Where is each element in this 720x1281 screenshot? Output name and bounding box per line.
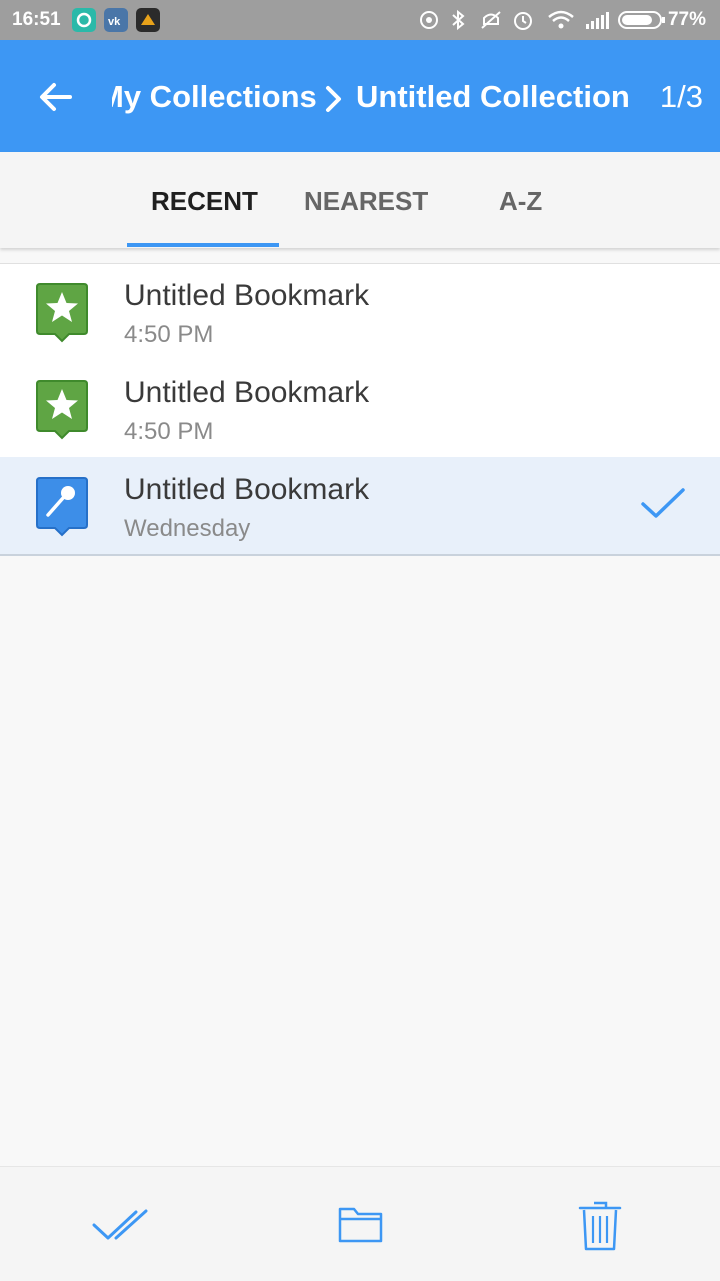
- trash-icon: [578, 1201, 622, 1251]
- bookmark-time: 4:50 PM: [124, 321, 214, 348]
- back-arrow-icon: [40, 83, 72, 111]
- bookmark-list: Untitled Bookmark 4:50 PM Untitled Bookm…: [0, 263, 720, 556]
- list-item-selected[interactable]: Untitled Bookmark Wednesday: [0, 457, 720, 556]
- wifi-icon: [548, 10, 574, 29]
- media-app-icon: [136, 8, 160, 32]
- tab-bar: RECENT NEAREST A-Z: [0, 152, 720, 248]
- bookmark-title: Untitled Bookmark: [124, 279, 370, 312]
- double-check-icon: [92, 1209, 148, 1240]
- breadcrumb-current: Untitled Collection: [356, 79, 630, 114]
- delete-button[interactable]: [570, 1197, 630, 1253]
- battery-percent: 77%: [667, 9, 706, 30]
- bottom-toolbar: [0, 1166, 720, 1281]
- bluetooth-icon: [452, 9, 465, 31]
- move-to-folder-button[interactable]: [332, 1197, 392, 1253]
- bookmark-title: Untitled Bookmark: [124, 376, 370, 409]
- vk-icon: vk: [104, 8, 128, 32]
- microphone-pin-icon: [36, 477, 88, 537]
- breadcrumb-parent[interactable]: My Collections: [112, 79, 317, 115]
- app-notification-icon: [72, 8, 96, 32]
- alarm-icon: [514, 12, 532, 30]
- status-time: 16:51: [12, 9, 61, 30]
- hotspot-icon: [420, 11, 438, 29]
- tab-a-z[interactable]: A-Z: [499, 186, 542, 217]
- list-item[interactable]: Untitled Bookmark 4:50 PM: [0, 360, 720, 457]
- mute-icon: [481, 11, 501, 29]
- battery-icon: [618, 11, 665, 29]
- folder-icon: [338, 1207, 383, 1243]
- tab-nearest[interactable]: NEAREST: [304, 186, 428, 217]
- bookmark-title: Untitled Bookmark: [124, 473, 370, 506]
- breadcrumb: My Collections Untitled Collection: [112, 76, 632, 120]
- status-bar: 16:51 vk 77%: [0, 0, 720, 40]
- select-all-button[interactable]: [90, 1197, 150, 1253]
- star-pin-icon: [36, 380, 88, 440]
- star-pin-icon: [36, 283, 88, 343]
- chevron-right-icon: [320, 82, 348, 120]
- bookmark-time: Wednesday: [124, 515, 251, 542]
- app-bar: My Collections Untitled Collection 1/3: [0, 40, 720, 152]
- bookmark-time: 4:50 PM: [124, 418, 214, 445]
- back-button[interactable]: [30, 70, 84, 124]
- active-tab-indicator: [127, 243, 279, 247]
- svg-text:vk: vk: [108, 16, 121, 28]
- check-icon: [641, 488, 685, 518]
- signal-icon: [586, 12, 609, 29]
- list-item[interactable]: Untitled Bookmark 4:50 PM: [0, 263, 720, 360]
- tab-recent[interactable]: RECENT: [151, 186, 258, 217]
- page-counter: 1/3: [659, 79, 703, 114]
